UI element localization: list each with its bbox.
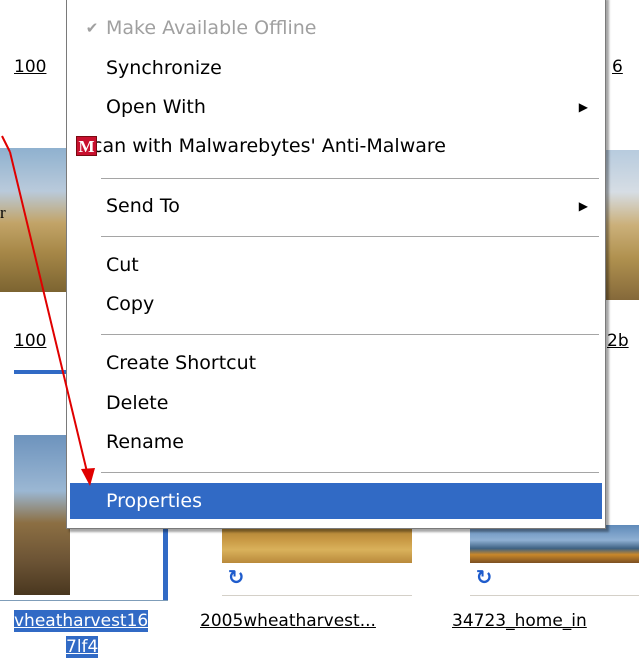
annotation-arrow-line [9, 151, 89, 477]
annotation-arrow-tail [1, 135, 11, 153]
annotation-arrow-head [81, 468, 95, 486]
annotation-arrow-icon [1, 135, 95, 486]
explorer-window: 100 6 r 100 2b ↻ ↻ vheatharvest16 7lf4 2… [0, 0, 639, 669]
